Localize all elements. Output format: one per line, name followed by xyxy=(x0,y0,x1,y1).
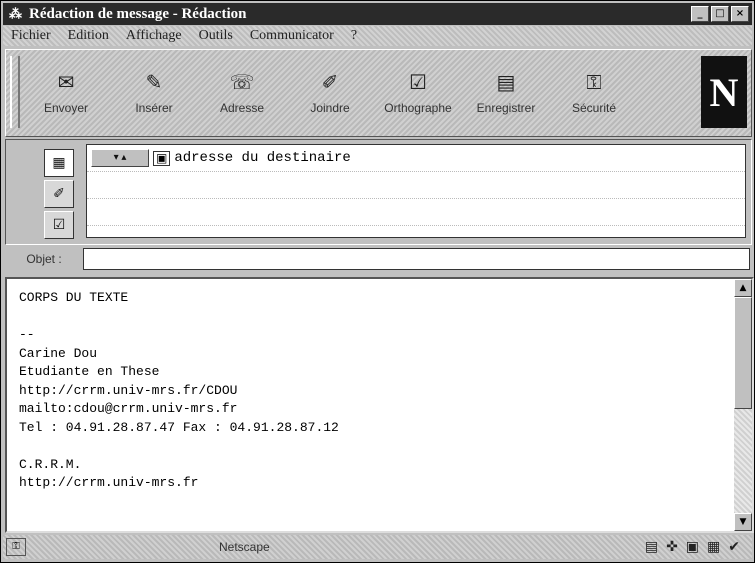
message-body[interactable]: CORPS DU TEXTE -- Carine Dou Etudiante e… xyxy=(5,277,754,533)
recipient-list: ▾ ▴ ▣ xyxy=(86,144,746,238)
check-icon[interactable]: ✔ xyxy=(728,539,740,555)
scroll-up-icon[interactable]: ▲ xyxy=(734,279,752,297)
menu-communicator[interactable]: Communicator xyxy=(242,28,343,44)
attach-label: Joindre xyxy=(310,101,350,115)
menu-fichier[interactable]: Fichier xyxy=(3,28,60,44)
menu-outils[interactable]: Outils xyxy=(191,28,242,44)
compose-window: ⁂ Rédaction de message - Rédaction _ □ ×… xyxy=(0,0,755,563)
save-icon: ▤ xyxy=(496,70,516,94)
close-button[interactable]: × xyxy=(731,6,749,22)
spelling-button[interactable]: ☑ Orthographe xyxy=(374,56,462,128)
send-label: Envoyer xyxy=(43,101,89,115)
component-bar: ▤ ✜ ▣ ▦ ✔ xyxy=(645,539,740,555)
save-button[interactable]: ▤ Enregistrer xyxy=(462,56,550,128)
vertical-scrollbar[interactable]: ▲ ▼ xyxy=(734,279,752,531)
status-text: Netscape xyxy=(219,540,270,554)
empty-recipient-row[interactable] xyxy=(87,172,745,199)
save-label: Enregistrer xyxy=(476,101,536,115)
composer-icon[interactable]: ▦ xyxy=(707,539,720,555)
window-title: Rédaction de message - Rédaction xyxy=(29,5,247,22)
address-button[interactable]: ☏ Adresse xyxy=(198,56,286,128)
netscape-logo[interactable]: N xyxy=(701,56,747,128)
message-body-text[interactable]: CORPS DU TEXTE -- Carine Dou Etudiante e… xyxy=(19,289,719,493)
attachments-tab[interactable]: ✐ xyxy=(44,180,74,208)
recipient-input[interactable] xyxy=(174,150,695,166)
send-button[interactable]: ✉ Envoyer xyxy=(22,56,110,128)
insert-button[interactable]: ✎ Insérer xyxy=(110,56,198,128)
spelling-label: Orthographe xyxy=(384,101,452,115)
address-label: Adresse xyxy=(219,101,265,115)
netscape-compose-icon: ⁂ xyxy=(9,6,22,21)
navigator-icon[interactable]: ▤ xyxy=(645,539,658,555)
menu-help[interactable]: ? xyxy=(343,28,366,44)
subject-label: Objet : xyxy=(26,252,62,266)
minimize-button[interactable]: _ xyxy=(691,6,709,22)
security-button[interactable]: ⚿ Sécurité xyxy=(550,56,638,128)
discussions-icon[interactable]: ▣ xyxy=(686,539,699,555)
lock-icon[interactable]: ⚿ xyxy=(6,538,26,556)
options-tab[interactable]: ☑ xyxy=(44,211,74,239)
address-tabs: ▦ ✐ ☑ xyxy=(26,146,88,240)
security-icon: ⚿ xyxy=(586,70,602,94)
scroll-down-icon[interactable]: ▼ xyxy=(734,513,752,531)
attach-button[interactable]: ✐ Joindre xyxy=(286,56,374,128)
insert-icon: ✎ xyxy=(145,70,163,94)
recipient-row: ▾ ▴ ▣ xyxy=(87,145,745,172)
mail-icon[interactable]: ✜ xyxy=(666,539,678,555)
send-icon: ✉ xyxy=(57,70,75,94)
menu-edition[interactable]: Edition xyxy=(60,28,118,44)
address-book-icon: ▣ xyxy=(153,150,171,166)
toolbar-grip[interactable] xyxy=(10,56,20,128)
address-tab[interactable]: ▦ xyxy=(44,149,74,177)
subject-input[interactable] xyxy=(83,248,750,270)
security-label: Sécurité xyxy=(571,101,617,115)
menu-affichage[interactable]: Affichage xyxy=(118,28,191,44)
toolbar: ✉ Envoyer ✎ Insérer ☏ Adresse ✐ Joindre … xyxy=(5,49,752,137)
address-icon: ☏ xyxy=(229,70,255,94)
insert-label: Insérer xyxy=(135,101,173,115)
status-bar: ⚿ Netscape ▤ ✜ ▣ ▦ ✔ xyxy=(3,535,752,559)
address-area: ▦ ✐ ☑ ▾ ▴ ▣ xyxy=(5,139,752,245)
menu-bar: Fichier Edition Affichage Outils Communi… xyxy=(3,26,752,46)
scroll-thumb[interactable] xyxy=(734,297,752,409)
recipient-type-dropdown[interactable]: ▾ ▴ xyxy=(91,149,149,167)
subject-row: Objet : xyxy=(5,247,750,271)
spelling-icon: ☑ xyxy=(409,70,427,94)
empty-recipient-row[interactable] xyxy=(87,199,745,226)
title-bar: ⁂ Rédaction de message - Rédaction _ □ × xyxy=(3,3,752,25)
maximize-button[interactable]: □ xyxy=(711,6,729,22)
attach-icon: ✐ xyxy=(321,70,339,94)
